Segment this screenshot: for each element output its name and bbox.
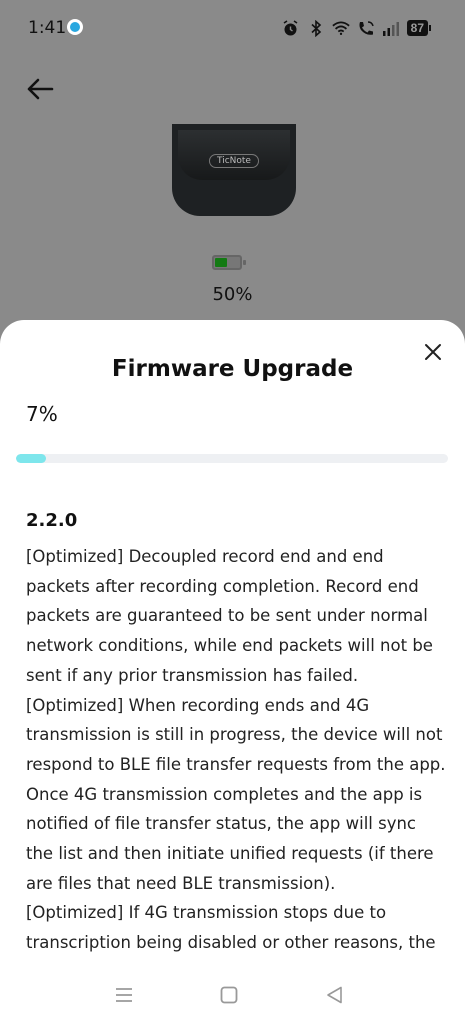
status-time: 1:41 — [28, 18, 67, 38]
arrow-left-icon — [27, 78, 54, 100]
device-battery-percent: 50% — [212, 284, 253, 305]
status-bar: 1:41 87 — [0, 0, 465, 56]
menu-button[interactable] — [113, 984, 135, 1006]
firmware-version: 2.2.0 — [26, 510, 78, 531]
back-button[interactable] — [24, 72, 58, 106]
device-image: TicNote — [172, 124, 296, 216]
release-note-item: [Optimized] If 4G transmission stops due… — [26, 903, 436, 953]
home-button[interactable] — [218, 984, 240, 1006]
release-notes[interactable]: [Optimized] Decoupled record end and end… — [26, 542, 446, 962]
menu-icon — [116, 988, 132, 1002]
progress-percent: 7% — [26, 402, 58, 426]
release-note-item: [Optimized] When recording ends and 4G t… — [26, 695, 446, 893]
device-battery-icon — [212, 255, 246, 270]
release-note-item: [Optimized] Decoupled record end and end… — [26, 547, 433, 685]
progress-bar — [16, 454, 448, 463]
device-battery-fill — [215, 258, 227, 267]
battery-tip — [429, 25, 431, 31]
system-back-button[interactable] — [324, 984, 346, 1006]
sheet-title: Firmware Upgrade — [111, 356, 354, 382]
notification-app-icon — [67, 19, 83, 35]
status-icons: 87 — [282, 17, 431, 39]
home-icon — [220, 986, 238, 1004]
signal-icon — [382, 19, 400, 37]
system-navigation-bar — [0, 970, 465, 1024]
back-triangle-icon — [327, 986, 342, 1004]
bluetooth-icon — [307, 19, 325, 37]
progress-bar-fill — [16, 454, 47, 463]
device-logo: TicNote — [209, 154, 259, 168]
firmware-upgrade-sheet: Firmware Upgrade 7% 2.2.0 [Optimized] De… — [0, 320, 465, 1024]
battery-indicator: 87 — [406, 20, 428, 36]
wifi-calling-icon — [357, 19, 375, 37]
alarm-icon — [282, 19, 300, 37]
wifi-icon — [331, 19, 350, 37]
